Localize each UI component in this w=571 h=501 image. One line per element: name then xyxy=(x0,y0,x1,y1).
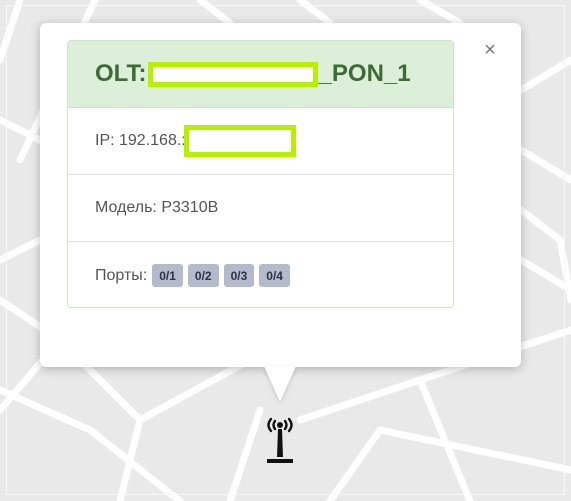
port-badge[interactable]: 0/3 xyxy=(223,264,255,287)
model-label: Модель: P3310B xyxy=(95,199,219,216)
ip-row: IP: 192.168.: xyxy=(68,108,453,175)
olt-info-card: OLT: _PON_1 IP: 192.168.: Модель: P3310B… xyxy=(67,40,454,308)
card-title: OLT: _PON_1 xyxy=(68,41,453,108)
title-prefix: OLT: xyxy=(95,60,147,87)
port-badge[interactable]: 0/2 xyxy=(187,264,219,287)
radio-tower-icon[interactable] xyxy=(254,415,306,469)
ports-row: Порты: 0/1 0/2 0/3 0/4 xyxy=(68,242,453,307)
port-badge[interactable]: 0/1 xyxy=(152,264,183,287)
ports-label: Порты: xyxy=(95,266,148,284)
ip-label: IP: 192.168.: xyxy=(95,132,186,149)
model-row: Модель: P3310B xyxy=(68,175,453,242)
close-icon[interactable]: × xyxy=(478,38,502,62)
port-badge[interactable]: 0/4 xyxy=(259,264,290,287)
redaction-box xyxy=(183,125,296,157)
popup-pointer xyxy=(264,366,296,402)
redaction-box xyxy=(147,61,318,87)
title-suffix: _PON_1 xyxy=(318,60,411,87)
